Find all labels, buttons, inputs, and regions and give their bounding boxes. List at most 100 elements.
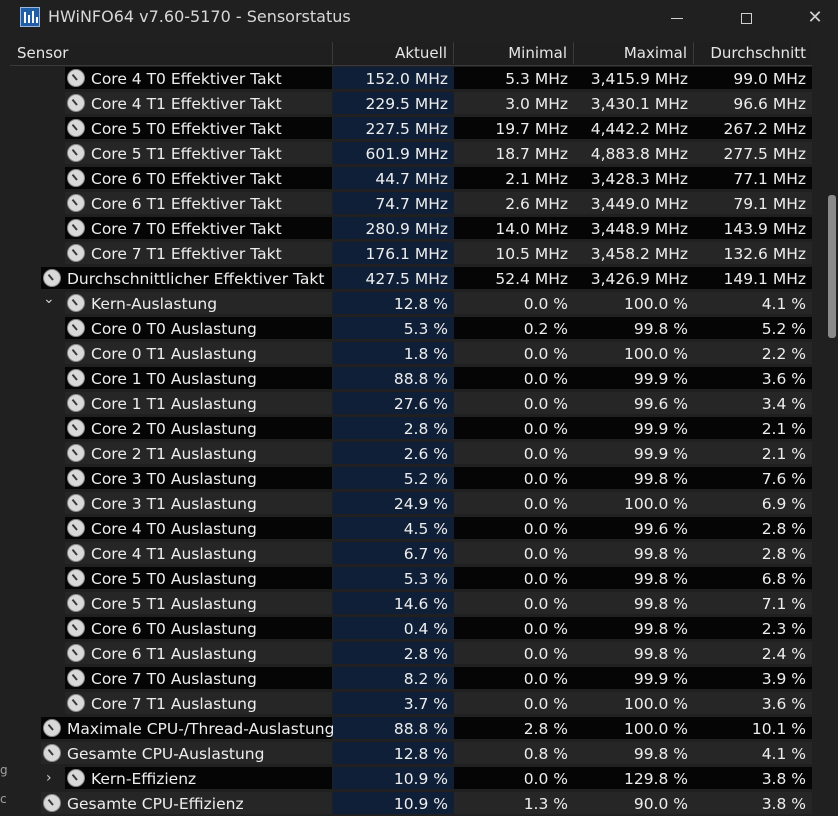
table-row[interactable]: Maximale CPU-/Thread-Auslastung 88.8 % 2.8… [10,717,812,742]
sensor-label: Core 3 T0 Auslastung [91,470,257,488]
table-row[interactable]: Core 7 T0 Effektiver Takt 280.9 MHz 14.0 M… [10,217,812,242]
value-aktuell: 4.5 % [333,517,454,539]
value-durchschnitt: 4.1 % [694,742,812,764]
value-durchschnitt: 143.9 MHz [694,217,812,239]
table-row[interactable]: Core 4 T0 Auslastung 4.5 % 0.0 % 99.6 % 2.8 … [10,517,812,542]
value-maximal: 100.0 % [574,492,694,514]
sensor-label: Core 7 T1 Effektiver Takt [91,245,282,263]
value-durchschnitt: 2.2 % [694,342,812,364]
value-maximal: 3,458.2 MHz [574,242,694,264]
sensor-label: Core 5 T0 Auslastung [91,570,257,588]
sensor-label: Core 4 T1 Auslastung [91,545,257,563]
value-minimal: 14.0 MHz [454,217,574,239]
sensor-table: Core 4 T0 Effektiver Takt 152.0 MHz 5.3 MH… [10,67,812,816]
value-durchschnitt: 2.8 % [694,542,812,564]
value-aktuell: 601.9 MHz [333,142,454,164]
maximize-button[interactable] [723,0,769,36]
value-durchschnitt: 149.1 MHz [694,267,812,289]
table-row[interactable]: Core 7 T0 Auslastung 8.2 % 0.0 % 99.9 % 3.9 … [10,667,812,692]
value-minimal: 0.0 % [454,692,574,714]
table-row[interactable]: ⌄ Kern-Auslastung 12.8 % 0.0 % 100.0 % 4.1 % [10,291,812,317]
gauge-icon [67,769,85,787]
value-minimal: 0.0 % [454,292,574,314]
value-minimal: 10.5 MHz [454,242,574,264]
value-minimal: 0.0 % [454,617,574,639]
chevron-right-icon[interactable]: › [46,767,52,789]
hwinfo-window: HWiNFO64 v7.60-5170 - Sensorstatus ✕ Sen… [0,0,838,816]
table-row[interactable]: Core 1 T1 Auslastung 27.6 % 0.0 % 99.6 % 3.4… [10,392,812,417]
sensor-label: Core 7 T0 Effektiver Takt [91,220,282,238]
value-aktuell: 229.5 MHz [333,92,454,114]
column-header-durchschnitt[interactable]: Durchschnitt [694,42,812,64]
column-header-maximal[interactable]: Maximal [574,42,694,64]
table-row[interactable]: Core 3 T1 Auslastung 24.9 % 0.0 % 100.0 % 6.… [10,492,812,517]
sensor-label: Core 0 T1 Auslastung [91,345,257,363]
table-row[interactable]: Core 7 T1 Effektiver Takt 176.1 MHz 10.5 M… [10,242,812,267]
vertical-scrollbar-thumb[interactable] [828,195,836,338]
value-maximal: 3,428.3 MHz [574,167,694,189]
sensor-label: Core 6 T1 Effektiver Takt [91,195,282,213]
table-row[interactable]: Core 5 T1 Effektiver Takt 601.9 MHz 18.7 M… [10,142,812,167]
value-aktuell: 44.7 MHz [333,167,454,189]
value-maximal: 4,883.8 MHz [574,142,694,164]
table-row[interactable]: Core 6 T1 Effektiver Takt 74.7 MHz 2.6 MHz… [10,192,812,217]
value-maximal: 3,449.0 MHz [574,192,694,214]
sensor-label: Gesamte CPU-Auslastung [67,745,265,763]
value-durchschnitt: 3.4 % [694,392,812,414]
value-durchschnitt: 2.1 % [694,417,812,439]
gauge-icon [67,294,85,312]
gauge-icon [67,69,85,87]
table-row[interactable]: Core 0 T0 Auslastung 5.3 % 0.2 % 99.8 % 5.2 … [10,317,812,342]
value-maximal: 99.8 % [574,592,694,614]
table-row[interactable]: Durchschnittlicher Effektiver Takt 427.5 … [10,267,812,292]
table-row[interactable]: Core 0 T1 Auslastung 1.8 % 0.0 % 100.0 % 2.2… [10,342,812,367]
table-row[interactable]: Core 4 T1 Effektiver Takt 229.5 MHz 3.0 MH… [10,92,812,117]
gauge-icon [67,119,85,137]
table-row[interactable]: Core 6 T0 Auslastung 0.4 % 0.0 % 99.8 % 2.3 … [10,617,812,642]
table-row[interactable]: Gesamte CPU-Effizienz 10.9 % 1.3 % 90.0 % 3.… [10,792,812,816]
value-aktuell: 12.8 % [333,292,454,314]
gauge-icon [67,619,85,637]
sensor-label: Durchschnittlicher Effektiver Takt [67,270,325,288]
table-row[interactable]: Core 6 T1 Auslastung 2.8 % 0.0 % 99.8 % 2.4 … [10,642,812,667]
table-row[interactable]: Core 3 T0 Auslastung 5.2 % 0.0 % 99.8 % 7.6 … [10,467,812,492]
column-header: Sensor Aktuell Minimal Maximal Durchschn… [10,42,812,66]
column-header-aktuell[interactable]: Aktuell [333,42,454,64]
value-aktuell: 5.3 % [333,567,454,589]
table-row[interactable]: Core 4 T0 Effektiver Takt 152.0 MHz 5.3 MH… [10,67,812,92]
table-row[interactable]: Core 6 T0 Effektiver Takt 44.7 MHz 2.1 MHz… [10,167,812,192]
value-durchschnitt: 3.6 % [694,692,812,714]
close-button[interactable]: ✕ [792,0,838,36]
table-row[interactable]: › Kern-Effizienz 10.9 % 0.0 % 129.8 % 3.8 % [10,767,812,792]
table-row[interactable]: Core 5 T0 Auslastung 5.3 % 0.0 % 99.8 % 6.8 … [10,567,812,592]
gauge-icon [67,369,85,387]
value-minimal: 0.0 % [454,467,574,489]
gauge-icon [67,469,85,487]
value-aktuell: 10.9 % [333,792,454,814]
table-row[interactable]: Core 2 T1 Auslastung 2.6 % 0.0 % 99.9 % 2.1 … [10,442,812,467]
chevron-down-icon[interactable]: ⌄ [43,288,55,310]
value-maximal: 99.9 % [574,442,694,464]
column-header-minimal[interactable]: Minimal [454,42,574,64]
table-row[interactable]: Gesamte CPU-Auslastung 12.8 % 0.8 % 99.8 % 4… [10,742,812,767]
column-header-sensor[interactable]: Sensor [10,42,333,64]
value-minimal: 0.0 % [454,442,574,464]
sensor-label: Core 0 T0 Auslastung [91,320,257,338]
value-maximal: 3,426.9 MHz [574,267,694,289]
value-minimal: 0.0 % [454,667,574,689]
title-bar[interactable]: HWiNFO64 v7.60-5170 - Sensorstatus ✕ [0,0,838,36]
gauge-icon [67,569,85,587]
sensor-label: Maximale CPU-/Thread-Auslastung [67,720,335,738]
table-row[interactable]: Core 1 T0 Auslastung 88.8 % 0.0 % 99.9 % 3.6… [10,367,812,392]
gauge-icon [67,519,85,537]
value-durchschnitt: 10.1 % [694,717,812,739]
table-row[interactable]: Core 7 T1 Auslastung 3.7 % 0.0 % 100.0 % 3.6… [10,692,812,717]
table-row[interactable]: Core 5 T1 Auslastung 14.6 % 0.0 % 99.8 % 7.1… [10,592,812,617]
table-row[interactable]: Core 4 T1 Auslastung 6.7 % 0.0 % 99.8 % 2.8 … [10,542,812,567]
minimize-button[interactable] [654,0,700,36]
value-minimal: 0.0 % [454,492,574,514]
value-durchschnitt: 2.8 % [694,517,812,539]
table-row[interactable]: Core 2 T0 Auslastung 2.8 % 0.0 % 99.9 % 2.1 … [10,417,812,442]
value-minimal: 18.7 MHz [454,142,574,164]
table-row[interactable]: Core 5 T0 Effektiver Takt 227.5 MHz 19.7 M… [10,117,812,142]
